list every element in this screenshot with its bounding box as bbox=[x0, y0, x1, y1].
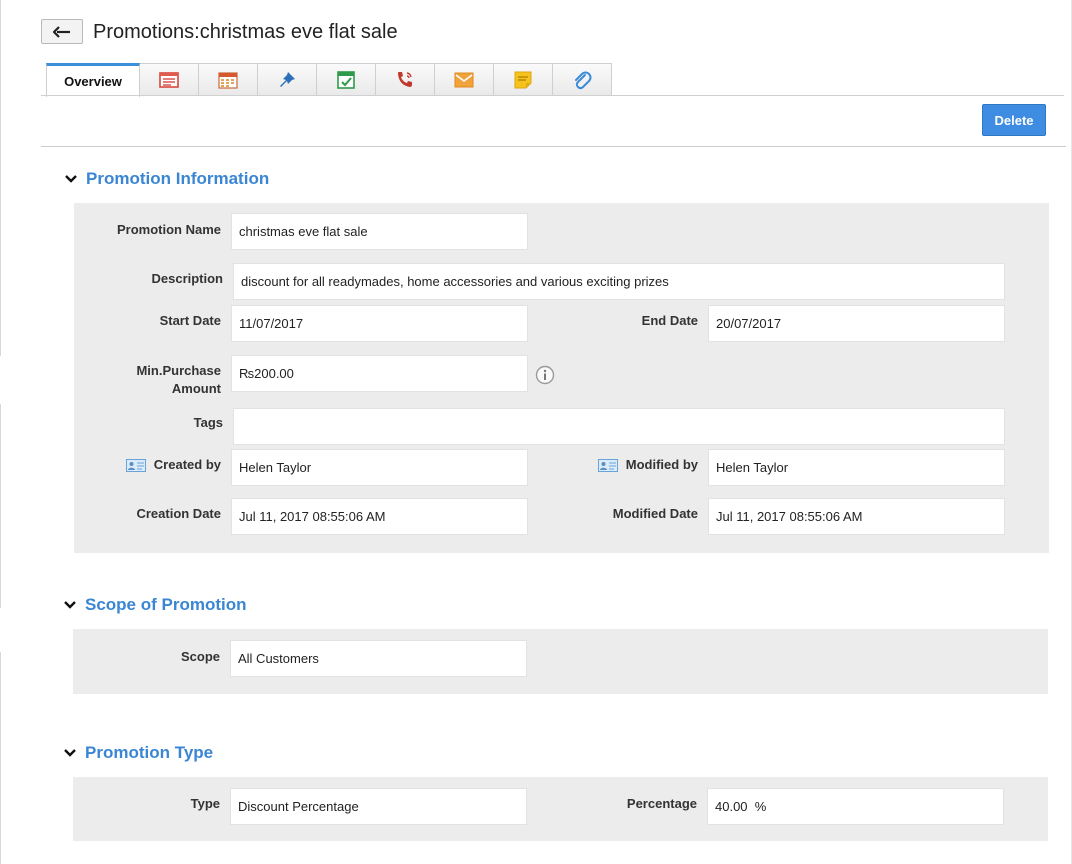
tab-pin[interactable] bbox=[258, 63, 317, 96]
type-label: Type bbox=[190, 796, 220, 811]
created-by-label: Created by bbox=[74, 456, 221, 474]
section-header-scope-of-promotion[interactable]: Scope of Promotion bbox=[63, 595, 247, 615]
modified-by-label: Modified by bbox=[544, 456, 698, 474]
tags-field[interactable] bbox=[233, 408, 1005, 445]
back-arrow-icon bbox=[53, 25, 70, 38]
promotion-type-panel: Type Discount Percentage Percentage 40.0… bbox=[73, 777, 1048, 841]
promotion-information-panel: Promotion Name christmas eve flat sale D… bbox=[74, 203, 1049, 553]
chevron-down-icon bbox=[64, 749, 76, 757]
user-card-icon bbox=[125, 459, 146, 473]
min-purchase-amount-field[interactable]: ₨200.00 bbox=[231, 355, 528, 392]
pin-icon bbox=[280, 72, 295, 87]
created-by-label-text: Created by bbox=[153, 457, 221, 472]
scope-label: Scope bbox=[180, 649, 220, 664]
left-frame-edge bbox=[0, 404, 1, 608]
min-purchase-label-line2: Amount bbox=[171, 381, 221, 396]
tab-calendar[interactable] bbox=[199, 63, 258, 96]
left-frame-edge bbox=[0, 0, 1, 356]
scope-panel: Scope All Customers bbox=[73, 629, 1048, 694]
page-title: Promotions:christmas eve flat sale bbox=[93, 21, 398, 43]
section-title: Scope of Promotion bbox=[85, 595, 247, 614]
creation-date-label: Creation Date bbox=[136, 506, 221, 521]
promotion-name-label: Promotion Name bbox=[116, 222, 221, 237]
info-icon[interactable] bbox=[535, 365, 555, 385]
section-header-promotion-information[interactable]: Promotion Information bbox=[64, 169, 269, 189]
notes-list-icon bbox=[159, 72, 179, 88]
tab-sticky-notes[interactable] bbox=[494, 63, 553, 96]
min-purchase-label-line1: Min.Purchase bbox=[136, 363, 221, 378]
section-title: Promotion Information bbox=[86, 169, 270, 188]
tab-overview[interactable]: Overview bbox=[46, 63, 140, 97]
modified-by-label-text: Modified by bbox=[625, 457, 698, 472]
tab-attachments[interactable] bbox=[553, 63, 612, 96]
percentage-label: Percentage bbox=[626, 796, 697, 811]
left-frame-edge bbox=[0, 652, 1, 864]
description-label: Description bbox=[151, 271, 223, 286]
tab-overview-label: Overview bbox=[64, 74, 122, 89]
tags-label: Tags bbox=[193, 415, 223, 430]
modified-date-label: Modified Date bbox=[612, 506, 698, 521]
modified-by-field[interactable]: Helen Taylor bbox=[708, 449, 1005, 486]
tabs-baseline bbox=[41, 95, 1064, 96]
end-date-field[interactable]: 20/07/2017 bbox=[708, 305, 1005, 342]
section-title: Promotion Type bbox=[85, 743, 214, 762]
task-check-icon bbox=[337, 71, 355, 89]
type-field[interactable]: Discount Percentage bbox=[230, 788, 527, 825]
delete-button[interactable]: Delete bbox=[982, 104, 1046, 136]
description-field[interactable]: discount for all readymades, home access… bbox=[233, 263, 1005, 300]
created-by-field[interactable]: Helen Taylor bbox=[231, 449, 528, 486]
tab-email[interactable] bbox=[435, 63, 494, 96]
modified-date-field[interactable]: Jul 11, 2017 08:55:06 AM bbox=[708, 498, 1005, 535]
scope-field[interactable]: All Customers bbox=[230, 640, 527, 677]
attachment-icon bbox=[575, 71, 592, 90]
tab-notes[interactable] bbox=[140, 63, 199, 96]
sticky-note-icon bbox=[514, 71, 532, 89]
tab-tasks[interactable] bbox=[317, 63, 376, 96]
email-icon bbox=[454, 72, 474, 88]
header-divider bbox=[41, 146, 1066, 147]
phone-call-icon bbox=[398, 72, 412, 87]
tab-calls[interactable] bbox=[376, 63, 435, 96]
calendar-icon bbox=[218, 72, 238, 89]
chevron-down-icon bbox=[65, 175, 77, 183]
creation-date-field[interactable]: Jul 11, 2017 08:55:06 AM bbox=[231, 498, 528, 535]
end-date-label: End Date bbox=[641, 313, 698, 328]
back-button[interactable] bbox=[41, 19, 83, 44]
chevron-down-icon bbox=[64, 601, 76, 609]
start-date-field[interactable]: 11/07/2017 bbox=[231, 305, 528, 342]
start-date-label: Start Date bbox=[159, 313, 221, 328]
min-purchase-label: Min.Purchase Amount bbox=[74, 362, 221, 398]
record-tabs: Overview bbox=[46, 63, 612, 97]
promotion-name-field[interactable]: christmas eve flat sale bbox=[231, 213, 528, 250]
section-header-promotion-type[interactable]: Promotion Type bbox=[63, 743, 213, 763]
user-card-icon bbox=[597, 459, 618, 473]
percentage-field[interactable]: 40.00 % bbox=[707, 788, 1004, 825]
